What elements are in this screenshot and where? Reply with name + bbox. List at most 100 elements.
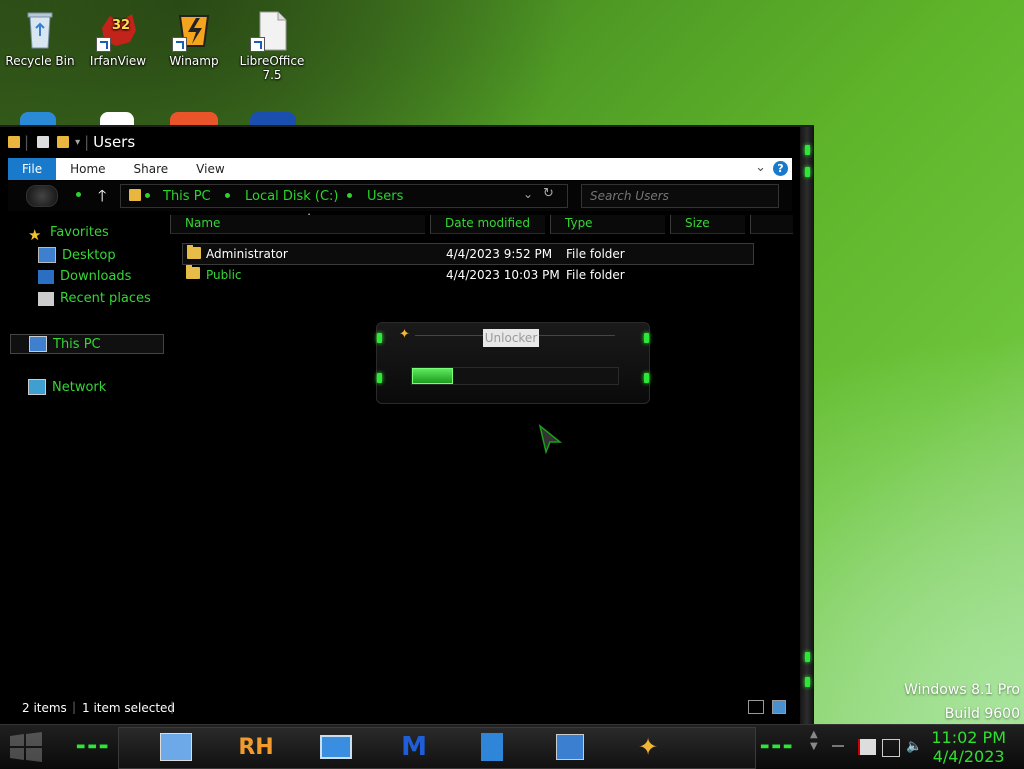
start-windows-icon[interactable]	[8, 731, 44, 763]
desktop-icon-irfanview[interactable]: 32 IrfanView	[80, 2, 156, 68]
nav-label: Downloads	[60, 269, 132, 284]
taskbar-app-button[interactable]	[316, 729, 356, 765]
column-header-size[interactable]: Size	[670, 215, 745, 234]
breadcrumb-this-pc[interactable]: This PC	[163, 189, 211, 204]
address-bar[interactable]: This PC Local Disk (C:) Users ⌄ ↻	[120, 184, 568, 208]
taskbar-rh-button[interactable]: RH	[236, 729, 276, 765]
magic-wand-icon: ✦	[399, 327, 410, 342]
breadcrumb-local-disk[interactable]: Local Disk (C:)	[245, 189, 338, 204]
file-row[interactable]: Administrator 4/4/2023 9:52 PM File fold…	[182, 243, 754, 265]
nav-favorites[interactable]: ★ Favorites	[28, 225, 109, 244]
frame-led	[805, 145, 810, 155]
taskbar-clock[interactable]: 11:02 PM 4/4/2023	[931, 728, 1006, 766]
taskbar-malwarebytes-button[interactable]: M	[394, 729, 434, 765]
address-dropdown-chevron-icon[interactable]: ⌄	[523, 187, 533, 201]
quick-access-chevron-icon[interactable]: ▾	[75, 137, 80, 148]
recent-dot-icon[interactable]	[76, 192, 81, 197]
nav-downloads[interactable]: Downloads	[38, 269, 131, 284]
column-header-name[interactable]: Name	[170, 215, 425, 234]
file-name: Public	[206, 268, 242, 282]
scroll-arrows-icon[interactable]: ▲ ▼	[810, 729, 818, 753]
status-bar: 2 items | 1 item selected |	[8, 697, 792, 719]
network-icon	[556, 734, 584, 760]
computer-icon	[29, 336, 47, 352]
progress-bar	[411, 367, 619, 385]
magic-wand-icon: ✦	[637, 733, 659, 761]
tab-file[interactable]: File	[8, 158, 57, 180]
breadcrumb-users[interactable]: Users	[367, 189, 403, 204]
up-arrow-icon[interactable]: 🡑	[98, 185, 106, 212]
desktop-icon-label: LibreOffice 7.5	[239, 54, 305, 82]
malwarebytes-icon: M	[401, 732, 427, 762]
details-view-icon[interactable]	[748, 700, 764, 714]
properties-icon[interactable]	[37, 136, 50, 148]
desktop-icon-winamp[interactable]: Winamp	[156, 2, 232, 68]
column-header-date[interactable]: Date modified	[430, 215, 545, 234]
file-name: Administrator	[206, 247, 288, 261]
taskbar-control-panel-button[interactable]	[156, 729, 196, 765]
taskbar-led-group: ▬▬▬	[76, 741, 111, 752]
breadcrumb-separator	[145, 193, 150, 198]
search-input[interactable]	[588, 188, 772, 204]
document-icon	[481, 733, 503, 761]
desktop-icon-label: Winamp	[169, 54, 219, 68]
window-frame-right	[800, 127, 814, 725]
separator: |	[24, 133, 30, 151]
clock-time: 11:02 PM	[931, 728, 1006, 747]
new-folder-icon[interactable]	[57, 136, 70, 148]
cursor-icon	[538, 424, 563, 454]
taskbar-network-button[interactable]	[550, 729, 590, 765]
frame-led	[644, 333, 649, 343]
status-item-count: 2 items	[22, 701, 67, 715]
network-tray-icon[interactable]	[882, 739, 900, 757]
file-type: File folder	[566, 268, 625, 282]
volume-muted-icon[interactable]: 🔈	[906, 739, 922, 755]
dialog-title: Unlocker	[483, 329, 539, 347]
title-bar[interactable]: | ▾ | Users	[0, 127, 800, 157]
nav-this-pc[interactable]: This PC	[10, 334, 164, 354]
desktop-icon	[38, 247, 56, 263]
irfanview-icon: 32	[96, 8, 140, 52]
rh-icon: RH	[238, 734, 274, 760]
irfanview-badge: 32	[112, 18, 131, 33]
control-panel-icon	[160, 733, 192, 761]
column-header-type[interactable]: Type	[550, 215, 665, 234]
desktop-icon-libreoffice[interactable]: LibreOffice 7.5	[234, 2, 310, 82]
nav-label: Recent places	[60, 291, 151, 306]
file-date: 4/4/2023 10:03 PM	[446, 268, 560, 282]
taskbar-wordpad-button[interactable]	[472, 729, 512, 765]
large-icons-view-icon[interactable]	[772, 700, 786, 714]
desktop-icon-recycle-bin[interactable]: Recycle Bin	[2, 2, 78, 68]
action-center-flag-icon[interactable]	[858, 739, 876, 755]
tab-home[interactable]: Home	[56, 158, 119, 180]
desktop-icon-label: IrfanView	[89, 54, 147, 68]
progress-fill	[412, 368, 454, 384]
search-box[interactable]	[581, 184, 779, 208]
column-label: Name	[185, 216, 221, 230]
frame-led	[805, 167, 810, 177]
expand-ribbon-chevron-icon[interactable]: ⌄	[755, 160, 766, 175]
help-icon[interactable]: ?	[773, 161, 788, 176]
nav-recent-places[interactable]: Recent places	[38, 291, 151, 306]
file-date: 4/4/2023 9:52 PM	[446, 247, 553, 261]
tab-view[interactable]: View	[182, 158, 238, 180]
column-label: Date modified	[445, 216, 531, 230]
nav-label: This PC	[53, 336, 101, 352]
folder-icon	[187, 245, 201, 259]
back-forward-button[interactable]	[26, 185, 58, 207]
downloads-icon	[38, 269, 54, 284]
file-row[interactable]: Public 4/4/2023 10:03 PM File folder	[182, 264, 752, 284]
column-label: Size	[685, 216, 710, 230]
os-build-line: Build 9600	[944, 706, 1020, 722]
taskbar-led-group: ▬▬▬	[760, 741, 795, 752]
nav-network[interactable]: Network	[28, 379, 106, 395]
refresh-icon[interactable]: ↻	[543, 186, 554, 201]
show-hidden-icons-icon[interactable]	[832, 745, 844, 747]
separator: |	[170, 700, 175, 714]
desktop-icon-label: Recycle Bin	[5, 54, 75, 68]
nav-desktop[interactable]: Desktop	[38, 247, 116, 263]
tab-share[interactable]: Share	[120, 158, 183, 180]
taskbar-unlocker-button[interactable]: ✦	[628, 729, 668, 765]
os-version-line: Windows 8.1 Pro	[904, 682, 1020, 698]
taskbar: ▬▬▬ RH M ✦ ▬▬▬ ▲ ▼ 🔈 11:02 PM 4/4/2023	[0, 724, 1024, 769]
